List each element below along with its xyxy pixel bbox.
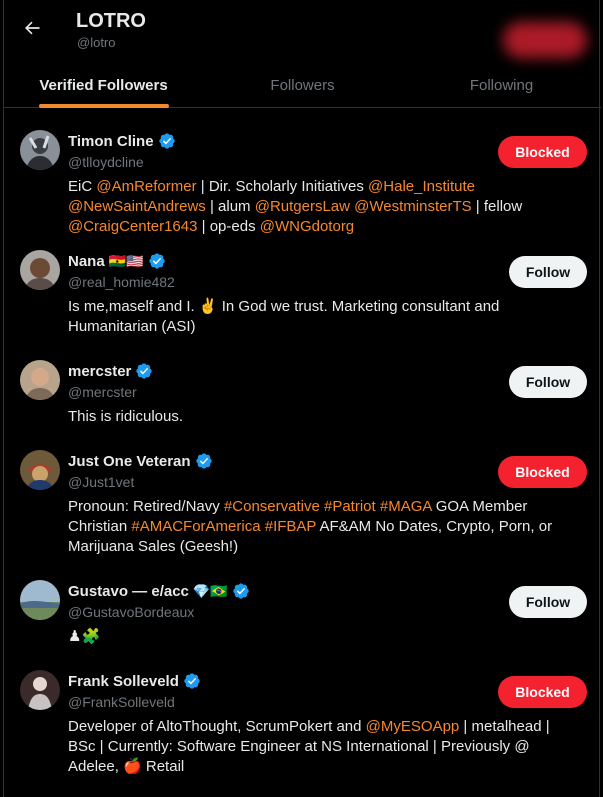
bio-link[interactable]: @CraigCenter1643: [68, 218, 197, 235]
page-title: LOTRO: [76, 10, 146, 32]
verified-badge-icon: [158, 133, 175, 149]
user-bio: Developer of AltoThought, ScrumPokert an…: [68, 717, 568, 777]
flag-emoji: 🇬🇭🇺🇸: [108, 253, 144, 269]
user-handle: @FrankSolleveld: [68, 694, 175, 710]
verified-badge-icon: [148, 253, 165, 269]
bio-link[interactable]: #MAGA: [380, 498, 432, 515]
bio-link[interactable]: @Hale_Institute: [368, 178, 475, 195]
user-bio: Is me,maself and I. ✌️ In God we trust. …: [68, 297, 568, 337]
bio-link[interactable]: @WNGdotorg: [260, 218, 354, 235]
bio-text: | Dir. Scholarly Initiatives: [196, 178, 369, 195]
app-frame: LOTRO @lotro Verified Followers Follower…: [3, 0, 601, 797]
user-cell[interactable]: Just One Veteran @Just1vet Pronoun: Reti…: [4, 438, 601, 568]
user-list: Timon Cline @tlloydcline EiC @AmReformer…: [4, 118, 601, 788]
tab-bar: Verified Followers Followers Following: [4, 62, 601, 108]
bio-link[interactable]: @MyESOApp: [366, 718, 460, 735]
verified-badge-icon: [184, 673, 200, 689]
bio-text: This is ridiculous.: [68, 408, 184, 425]
bio-link[interactable]: @NewSaintAndrews: [68, 198, 206, 215]
emoji-badges: 💎🇧🇷: [192, 583, 228, 599]
user-handle: @real_homie482: [68, 274, 175, 290]
bio-link[interactable]: #IFBAP: [265, 518, 316, 535]
user-cell[interactable]: Timon Cline @tlloydcline EiC @AmReformer…: [4, 118, 601, 238]
user-handle: @mercster: [68, 384, 137, 400]
user-handle: @Just1vet: [68, 474, 135, 490]
bio-link[interactable]: #Patriot: [324, 498, 376, 515]
user-name[interactable]: mercster: [68, 363, 131, 380]
user-bio: This is ridiculous.: [68, 407, 568, 427]
profile-header: LOTRO @lotro Verified Followers Follower…: [4, 0, 601, 108]
name-row: Just One Veteran: [68, 452, 213, 470]
name-row: Nana 🇬🇭🇺🇸: [68, 252, 166, 270]
user-name[interactable]: Gustavo — e/acc: [68, 583, 189, 600]
bio-text: Is me,maself and I. ✌️ In God we trust. …: [68, 298, 500, 335]
verified-badge-icon: [136, 363, 153, 379]
verified-badge-icon: [195, 453, 212, 469]
avatar[interactable]: [20, 450, 60, 490]
page-handle: @lotro: [77, 35, 116, 50]
user-cell[interactable]: Frank Solleveld @FrankSolleveld Develope…: [4, 658, 601, 788]
user-bio: ♟🧩: [68, 627, 568, 647]
name-row: Timon Cline: [68, 132, 176, 150]
user-cell[interactable]: Nana 🇬🇭🇺🇸 @real_homie482 Is me,maself an…: [4, 238, 601, 348]
user-name[interactable]: Frank Solleveld: [68, 673, 179, 690]
avatar[interactable]: [20, 250, 60, 290]
follow-button[interactable]: Follow: [509, 366, 587, 398]
bio-link[interactable]: @AmReformer: [96, 178, 196, 195]
user-name[interactable]: Nana: [68, 253, 105, 270]
user-cell[interactable]: Gustavo — e/acc 💎🇧🇷 @GustavoBordeaux ♟🧩 …: [4, 568, 601, 658]
name-row: mercster: [68, 362, 153, 380]
bio-text: | alum: [205, 198, 255, 215]
blurred-region: [503, 22, 587, 58]
blocked-button[interactable]: Blocked: [498, 136, 587, 168]
avatar[interactable]: [20, 360, 60, 400]
arrow-left-icon: [25, 21, 40, 35]
avatar[interactable]: [20, 580, 60, 620]
avatar[interactable]: [20, 130, 60, 170]
avatar[interactable]: [20, 670, 60, 710]
blocked-button[interactable]: Blocked: [498, 676, 587, 708]
bio-link[interactable]: @RutgersLaw: [255, 198, 350, 215]
bio-text: Developer of AltoThought, ScrumPokert an…: [68, 718, 366, 735]
bio-link[interactable]: #AMACForAmerica: [131, 518, 260, 535]
bio-text: EiC: [68, 178, 97, 195]
user-name[interactable]: Timon Cline: [68, 133, 154, 150]
tab-verified-followers[interactable]: Verified Followers: [4, 62, 203, 108]
bio-text: Pronoun: Retired/Navy: [68, 498, 224, 515]
user-handle: @tlloydcline: [68, 154, 144, 170]
follow-button[interactable]: Follow: [509, 586, 587, 618]
bio-text: ♟🧩: [68, 628, 101, 645]
tab-followers[interactable]: Followers: [203, 62, 402, 108]
name-row: Frank Solleveld: [68, 672, 201, 690]
bio-link[interactable]: #Conservative: [224, 498, 320, 515]
blocked-button[interactable]: Blocked: [498, 456, 587, 488]
follow-button[interactable]: Follow: [509, 256, 587, 288]
bio-link[interactable]: @WestminsterTS: [354, 198, 471, 215]
bio-text: | op-eds: [197, 218, 260, 235]
tab-following[interactable]: Following: [402, 62, 601, 108]
user-cell[interactable]: mercster @mercster This is ridiculous. F…: [4, 348, 601, 438]
user-handle: @GustavoBordeaux: [68, 604, 195, 620]
user-bio: Pronoun: Retired/Navy #Conservative #Pat…: [68, 497, 568, 557]
back-button[interactable]: [18, 14, 46, 42]
bio-text: | fellow: [471, 198, 523, 215]
user-name[interactable]: Just One Veteran: [68, 453, 191, 470]
name-row: Gustavo — e/acc 💎🇧🇷: [68, 582, 250, 600]
verified-badge-icon: [233, 583, 249, 599]
user-bio: EiC @AmReformer | Dir. Scholarly Initiat…: [68, 177, 568, 237]
